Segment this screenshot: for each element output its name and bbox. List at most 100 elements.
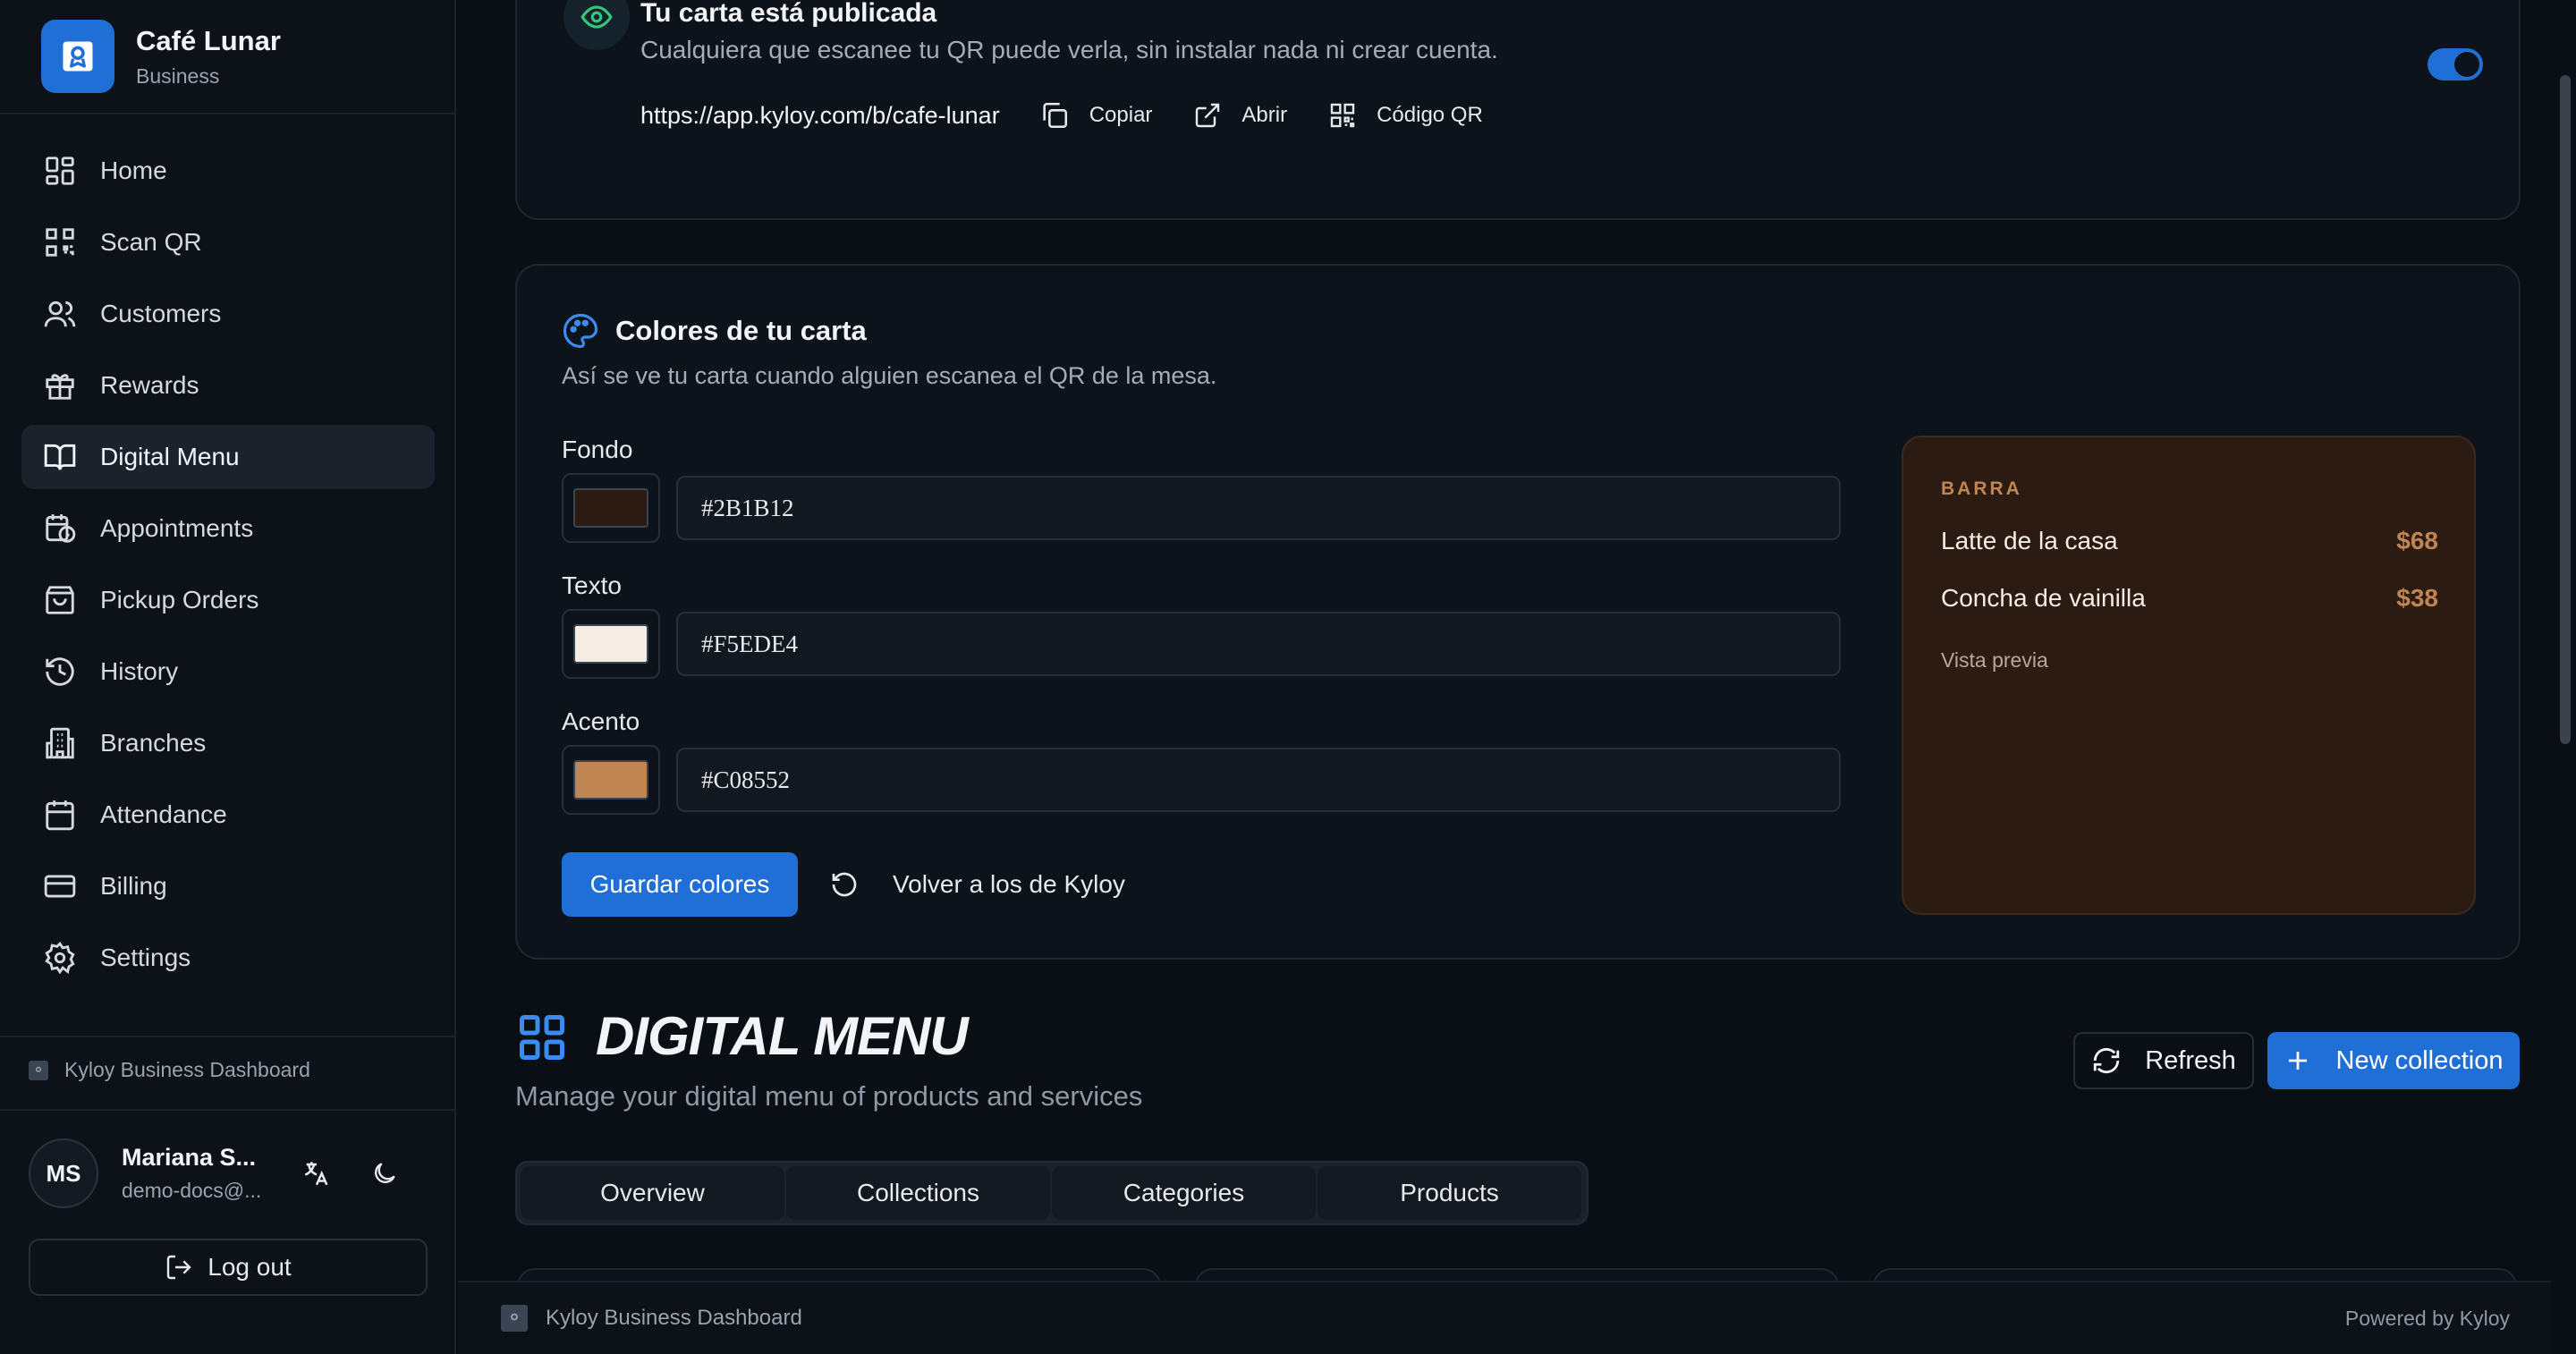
accent-color-swatch[interactable]: [562, 745, 660, 815]
sidebar-item-label: Customers: [100, 300, 222, 327]
tab-categories[interactable]: Categories: [1052, 1166, 1316, 1220]
kyloy-logo-icon: [501, 1305, 528, 1332]
sidebar-item-label: Branches: [100, 729, 207, 757]
divider: [0, 1036, 456, 1037]
gear-icon: [45, 941, 75, 975]
published-card: Tu carta está publicada Cualquiera que e…: [515, 0, 2521, 220]
logout-icon: [167, 1255, 191, 1280]
sidebar-item-scan-qr[interactable]: Scan QR: [21, 210, 435, 275]
publish-toggle[interactable]: [2428, 48, 2483, 80]
sidebar-item-rewards[interactable]: Rewards: [21, 353, 435, 418]
sidebar-item-label: History: [100, 657, 179, 685]
tab-overview[interactable]: Overview: [521, 1166, 784, 1220]
stat-card: [517, 1268, 1161, 1281]
stat-card: [1873, 1268, 2517, 1281]
sidebar-footer-text: Kyloy Business Dashboard: [64, 1058, 310, 1081]
eye-icon: [564, 0, 630, 50]
divider: [0, 113, 456, 114]
sidebar-item-branches[interactable]: Branches: [21, 711, 435, 775]
sidebar-item-home[interactable]: Home: [21, 139, 435, 203]
text-color-input[interactable]: #F5EDE4: [676, 612, 1841, 676]
tab-products[interactable]: Products: [1318, 1166, 1581, 1220]
preview-item-name: Latte de la casa: [1941, 527, 2118, 554]
sidebar-item-pickup-orders[interactable]: Pickup Orders: [21, 568, 435, 632]
page-subtitle: Manage your digital menu of products and…: [515, 1080, 1143, 1112]
swatch-fill: [573, 488, 648, 528]
sidebar-item-label: Home: [100, 157, 167, 184]
scrollbar-thumb[interactable]: [2560, 75, 2571, 744]
preview-item: Concha de vainilla $38: [1941, 584, 2438, 613]
sidebar-footer-label: Kyloy Business Dashboard: [29, 1058, 310, 1082]
preview-item-price: $68: [2396, 527, 2438, 554]
building-icon: [46, 727, 74, 759]
brand-subtitle: Business: [136, 63, 220, 88]
sidebar-nav: Home Scan QR Customers Rewards Digital M…: [21, 139, 435, 997]
brand[interactable]: Café Lunar Business: [41, 20, 281, 93]
sidebar-item-attendance[interactable]: Attendance: [21, 783, 435, 847]
calendar-icon: [46, 800, 74, 831]
reset-label: Volver a los de Kyloy: [893, 870, 1125, 898]
calendar-clock-icon: [46, 514, 76, 543]
preview-section-title: BARRA: [1941, 478, 2022, 499]
tab-collections[interactable]: Collections: [786, 1166, 1050, 1220]
qr-scan-icon: [46, 228, 74, 257]
open-button[interactable]: Abrir: [1193, 101, 1287, 130]
published-description: Cualquiera que escanee tu QR puede verla…: [640, 36, 1498, 63]
refresh-label: Refresh: [2145, 1045, 2236, 1075]
new-collection-button[interactable]: New collection: [2267, 1032, 2520, 1089]
save-colors-button[interactable]: Guardar colores: [562, 852, 798, 917]
brand-logo-icon: [41, 20, 114, 93]
sidebar-item-billing[interactable]: Billing: [21, 854, 435, 918]
colors-title: Colores de tu carta: [615, 315, 867, 346]
sidebar-item-label: Attendance: [100, 800, 227, 828]
text-color-swatch[interactable]: [562, 609, 660, 679]
qr-code-icon: [1330, 103, 1355, 128]
moon-icon[interactable]: [365, 1154, 404, 1193]
stat-card: [1195, 1268, 1839, 1281]
home-grid-icon: [46, 157, 74, 185]
public-url[interactable]: https://app.kyloy.com/b/cafe-lunar: [640, 102, 1000, 130]
main-content: Tu carta está publicada Cualquiera que e…: [458, 0, 2551, 1281]
copy-button[interactable]: Copiar: [1039, 100, 1152, 131]
sidebar-item-label: Rewards: [100, 371, 199, 399]
avatar[interactable]: MS: [29, 1138, 98, 1208]
qr-code-button[interactable]: Código QR: [1328, 101, 1483, 130]
users-icon: [44, 300, 76, 327]
book-open-icon: [44, 444, 76, 470]
external-link-icon: [1196, 103, 1220, 128]
user-name: Mariana S...: [122, 1144, 257, 1171]
sidebar-item-appointments[interactable]: Appointments: [21, 496, 435, 561]
sidebar-item-label: Appointments: [100, 514, 254, 542]
footer-right-text[interactable]: Powered by Kyloy: [2345, 1307, 2510, 1331]
qr-code-label: Código QR: [1377, 103, 1483, 127]
brand-name: Café Lunar: [136, 24, 281, 56]
background-color-label: Fondo: [562, 436, 633, 463]
logout-button[interactable]: Log out: [29, 1239, 428, 1296]
open-label: Abrir: [1241, 103, 1288, 127]
user-email: demo-docs@...: [122, 1179, 262, 1202]
tab-bar: Overview Collections Categories Products: [515, 1161, 1589, 1225]
sidebar-item-digital-menu[interactable]: Digital Menu: [21, 425, 435, 489]
divider: [0, 1109, 456, 1111]
toggle-knob: [2454, 52, 2479, 77]
translate-icon[interactable]: [297, 1154, 336, 1193]
sidebar-item-label: Billing: [100, 872, 167, 900]
sidebar-item-settings[interactable]: Settings: [21, 926, 435, 990]
palette-icon: [563, 313, 598, 349]
reset-colors-button[interactable]: Volver a los de Kyloy: [830, 852, 1125, 917]
gift-icon: [46, 374, 74, 400]
swatch-fill: [573, 760, 648, 800]
page-title: DIGITAL MENU: [596, 1006, 969, 1066]
page-footer: Kyloy Business Dashboard Powered by Kylo…: [458, 1281, 2551, 1354]
sidebar-item-label: Scan QR: [100, 228, 202, 256]
sidebar-item-history[interactable]: History: [21, 639, 435, 704]
background-color-swatch[interactable]: [562, 473, 660, 543]
credit-card-icon: [44, 875, 76, 898]
background-color-input[interactable]: #2B1B12: [676, 476, 1841, 540]
refresh-button[interactable]: Refresh: [2073, 1032, 2254, 1089]
accent-color-input[interactable]: #C08552: [676, 748, 1841, 812]
sidebar-item-label: Digital Menu: [100, 443, 240, 470]
preview-item-name: Concha de vainilla: [1941, 584, 2146, 612]
sidebar-item-customers[interactable]: Customers: [21, 282, 435, 346]
kyloy-logo-icon: [29, 1060, 48, 1080]
